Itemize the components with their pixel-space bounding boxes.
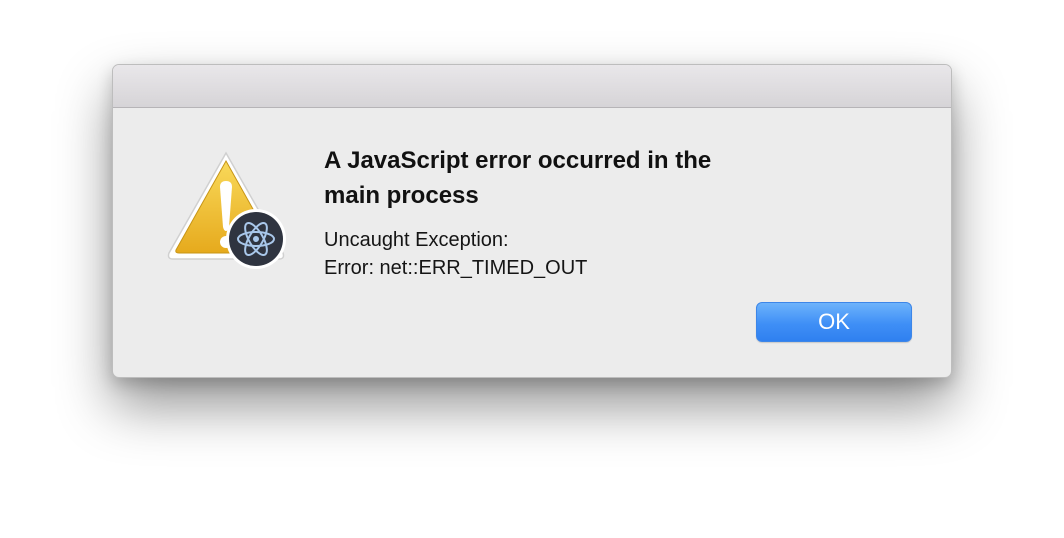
warning-icon: [163, 149, 289, 271]
dialog-title: A JavaScript error occurred in the main …: [324, 147, 712, 209]
dialog-message: Uncaught Exception: Error: net::ERR_TIME…: [324, 229, 588, 279]
ok-button[interactable]: OK: [756, 302, 912, 342]
electron-logo-icon: [226, 209, 286, 269]
warning-triangle-icon: [167, 151, 286, 269]
dialog-titlebar[interactable]: [113, 65, 951, 108]
error-dialog: A JavaScript error occurred in the main …: [112, 64, 952, 378]
